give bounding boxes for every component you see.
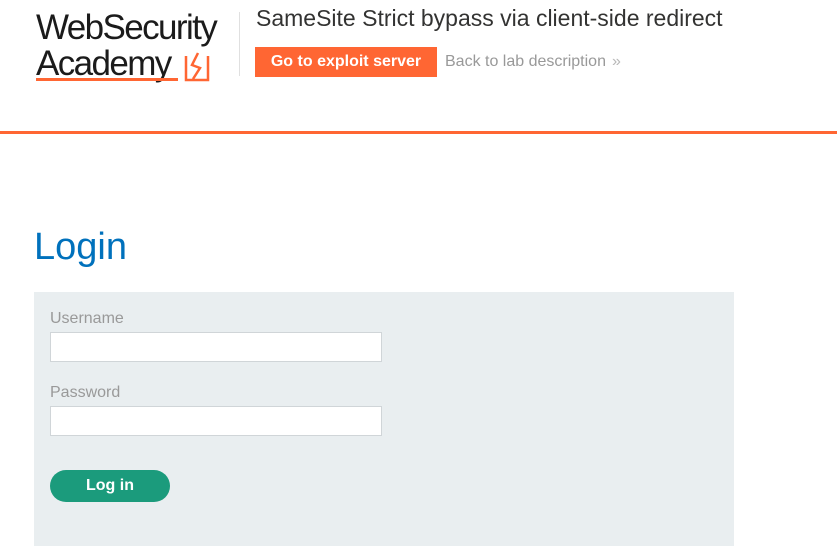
login-form: Username Password Log in: [34, 292, 734, 546]
logo-text-line2: Academy: [36, 44, 172, 83]
log-in-button[interactable]: Log in: [50, 470, 170, 502]
lightning-bolt-icon: [184, 52, 210, 82]
lab-header: WebSecurity Academy SameSite Strict bypa…: [0, 0, 837, 134]
password-label: Password: [50, 384, 121, 401]
lab-title: SameSite Strict bypass via client-side r…: [256, 5, 723, 31]
web-security-academy-logo[interactable]: WebSecurity Academy: [36, 8, 236, 84]
password-input[interactable]: [50, 406, 382, 436]
go-to-exploit-server-button[interactable]: Go to exploit server: [255, 47, 437, 77]
username-label: Username: [50, 310, 124, 327]
header-divider: [239, 12, 240, 76]
back-link-label: Back to lab description: [445, 53, 606, 70]
back-to-lab-description-link[interactable]: Back to lab description »: [445, 53, 621, 71]
page-title: Login: [34, 226, 127, 268]
username-input[interactable]: [50, 332, 382, 362]
double-chevron-right-icon: »: [611, 53, 621, 70]
logo-underline: [36, 78, 178, 81]
logo-text-line1: WebSecurity: [36, 8, 218, 47]
